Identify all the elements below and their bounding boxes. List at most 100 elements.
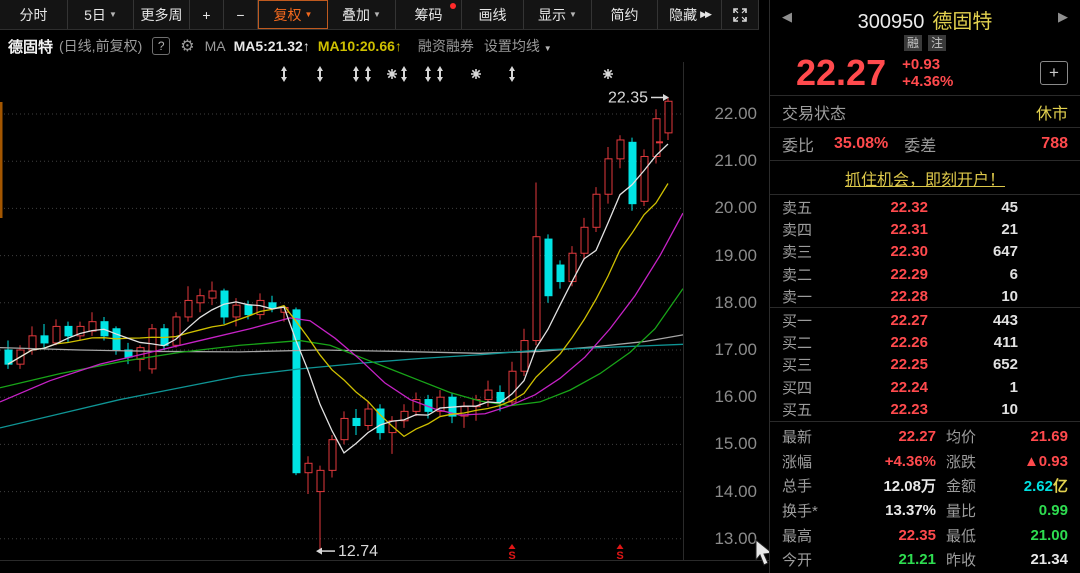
level-label: 买二 bbox=[782, 332, 828, 353]
prev-stock-icon[interactable]: ◀ bbox=[782, 9, 792, 25]
stat-value: 22.35 bbox=[844, 527, 936, 544]
price-tick-label: 22.00 bbox=[714, 104, 757, 124]
level-label: 卖一 bbox=[782, 286, 828, 307]
stat-label: 量比 bbox=[936, 500, 1008, 521]
status-value: 休市 bbox=[1036, 100, 1068, 124]
ma-settings-button[interactable]: 设置均线 ▼ bbox=[484, 36, 552, 56]
stat-value: 22.27 bbox=[844, 428, 936, 445]
chips-button[interactable]: 筹码 bbox=[396, 0, 462, 29]
level-price: 22.29 bbox=[828, 266, 928, 283]
event-updown-marker bbox=[437, 66, 443, 82]
chart-toolbar: 分时5日▼更多周+−复权▼叠加▼筹码画线显示▼简约隐藏▶▶ bbox=[0, 0, 759, 30]
level-volume: 10 bbox=[928, 288, 1018, 305]
price-tick-label: 21.00 bbox=[714, 151, 757, 171]
level-volume: 411 bbox=[928, 334, 1018, 351]
add-to-watchlist-button[interactable]: + bbox=[1040, 61, 1068, 85]
chevron-down-icon: ▼ bbox=[109, 10, 117, 19]
price-tick-label: 17.00 bbox=[714, 340, 757, 360]
level-volume: 21 bbox=[928, 221, 1018, 238]
open-account-link[interactable]: 抓住机会，即刻开户！ bbox=[845, 166, 1005, 190]
button-label: 画线 bbox=[479, 5, 507, 25]
price-tick-label: 16.00 bbox=[714, 387, 757, 407]
stat-value: ▲0.93 bbox=[1008, 453, 1068, 470]
button-label: 分时 bbox=[20, 5, 48, 25]
draw-line-button[interactable]: 画线 bbox=[462, 0, 524, 29]
button-label: 更多周 bbox=[141, 5, 183, 25]
candlestick-chart[interactable]: SS22.3512.74 bbox=[0, 62, 683, 560]
weibi-value: 35.08% bbox=[834, 135, 888, 153]
stock-name: 德固特 bbox=[932, 5, 992, 34]
fullscreen-icon bbox=[732, 7, 748, 23]
display-button[interactable]: 显示▼ bbox=[524, 0, 592, 29]
buy-level-row[interactable]: 买四22.241 bbox=[770, 376, 1080, 398]
chevron-down-icon: ▼ bbox=[305, 10, 313, 19]
up-arrow-icon: ↑ bbox=[303, 38, 310, 54]
sell-level-row[interactable]: 卖四22.3121 bbox=[770, 218, 1080, 240]
level-price: 22.24 bbox=[828, 379, 928, 396]
gear-icon[interactable]: ⚙ bbox=[180, 36, 194, 56]
tab-5day[interactable]: 5日▼ bbox=[68, 0, 134, 29]
level-label: 卖二 bbox=[782, 264, 828, 285]
level-volume: 45 bbox=[928, 199, 1018, 216]
stats-row: 涨幅+4.36%涨跌▲0.93 bbox=[770, 449, 1080, 474]
stat-value: 21.00 bbox=[1008, 527, 1068, 544]
price-tick-label: 15.00 bbox=[714, 434, 757, 454]
level-price: 22.26 bbox=[828, 334, 928, 351]
button-label: 显示 bbox=[538, 5, 566, 25]
level-volume: 10 bbox=[928, 401, 1018, 418]
overlay-button[interactable]: 叠加▼ bbox=[328, 0, 396, 29]
adjust-mode-button[interactable]: 复权▼ bbox=[258, 0, 328, 29]
help-icon[interactable]: ? bbox=[152, 37, 170, 55]
level-price: 22.25 bbox=[828, 356, 928, 373]
tab-more-periods[interactable]: 更多周 bbox=[134, 0, 190, 29]
stat-label: 最低 bbox=[936, 525, 1008, 546]
sell-level-row[interactable]: 卖三22.30647 bbox=[770, 241, 1080, 263]
sell-level-row[interactable]: 卖二22.296 bbox=[770, 263, 1080, 285]
event-updown-marker bbox=[401, 66, 407, 82]
simple-mode-button[interactable]: 简约 bbox=[592, 0, 658, 29]
price-tick-label: 13.00 bbox=[714, 529, 757, 549]
hide-button[interactable]: 隐藏▶▶ bbox=[658, 0, 722, 29]
stat-label: 今开 bbox=[782, 549, 844, 570]
level-volume: 443 bbox=[928, 312, 1018, 329]
stat-label: 换手* bbox=[782, 500, 844, 521]
stat-value: 21.34 bbox=[1008, 551, 1068, 568]
s-event-marker: S bbox=[508, 544, 515, 560]
margin-trading-link[interactable]: 融资融券 bbox=[418, 36, 474, 56]
button-label: 简约 bbox=[611, 5, 639, 25]
stock-badges: 融 注 bbox=[770, 35, 1080, 51]
level-price: 22.28 bbox=[828, 288, 928, 305]
sell-level-row[interactable]: 卖五22.3245 bbox=[770, 196, 1080, 218]
event-updown-marker bbox=[317, 66, 323, 82]
stat-label: 涨跌 bbox=[936, 451, 1008, 472]
button-label: 5日 bbox=[84, 5, 106, 25]
event-star-marker bbox=[387, 69, 397, 79]
price-tick-label: 20.00 bbox=[714, 198, 757, 218]
event-updown-marker bbox=[425, 66, 431, 82]
zoom-in-button[interactable]: + bbox=[190, 0, 224, 29]
stat-label: 最高 bbox=[782, 525, 844, 546]
level-label: 买四 bbox=[782, 377, 828, 398]
buy-level-row[interactable]: 买一22.27443 bbox=[770, 309, 1080, 331]
level-price: 22.27 bbox=[828, 312, 928, 329]
stat-value: 2.62亿 bbox=[1008, 475, 1068, 496]
buy-level-row[interactable]: 买五22.2310 bbox=[770, 399, 1080, 421]
quote-header: ◀ ▶ 300950 德固特 融 注 22.27 +0.93 +4.36% + bbox=[770, 0, 1080, 95]
stats-row: 总手12.08万金额2.62亿 bbox=[770, 473, 1080, 498]
up-arrow-icon: ↑ bbox=[395, 38, 402, 54]
tab-timeline[interactable]: 分时 bbox=[0, 0, 68, 29]
next-stock-icon[interactable]: ▶ bbox=[1058, 9, 1068, 25]
double-chevron-right-icon: ▶▶ bbox=[700, 9, 710, 20]
event-star-marker bbox=[603, 69, 613, 79]
button-label: 叠加 bbox=[342, 5, 370, 25]
stat-label: 总手 bbox=[782, 475, 844, 496]
sell-level-row[interactable]: 卖一22.2810 bbox=[770, 286, 1080, 308]
stat-label: 最新 bbox=[782, 426, 844, 447]
fullscreen-icon[interactable] bbox=[722, 0, 759, 29]
buy-level-row[interactable]: 买二22.26411 bbox=[770, 331, 1080, 353]
event-updown-marker bbox=[365, 66, 371, 82]
level-label: 卖四 bbox=[782, 219, 828, 240]
ad-banner: 抓住机会，即刻开户！ bbox=[770, 160, 1080, 195]
zoom-out-button[interactable]: − bbox=[224, 0, 258, 29]
buy-level-row[interactable]: 买三22.25652 bbox=[770, 354, 1080, 376]
